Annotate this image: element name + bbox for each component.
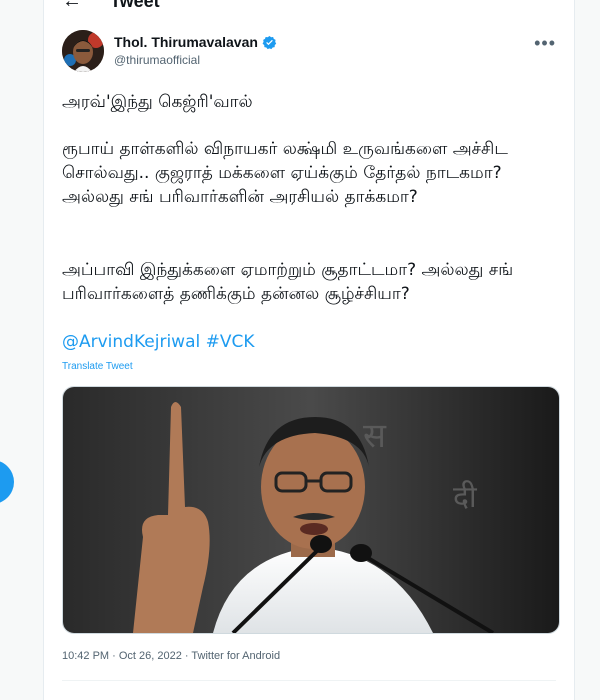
author-handle[interactable]: @thirumaofficial [114, 53, 200, 67]
tweet-paragraph-2: ரூபாய் தாள்களில் விநாயகர் லக்ஷ்மி உருவங்… [62, 139, 508, 207]
translate-tweet-link[interactable]: Translate Tweet [62, 361, 133, 372]
tweet-paragraph-3: அப்பாவி இந்துக்களை ஏமாற்றும் சூதாட்டமா? … [62, 260, 514, 304]
tweet-card: ← Tweet Thol. Thirumavalavan @thirumaoff… [43, 0, 575, 700]
tweet-media-image[interactable]: स दी [62, 386, 560, 634]
side-blue-tab[interactable] [0, 460, 14, 504]
tweet-timestamp-source: 10:42 PM · Oct 26, 2022 · Twitter for An… [62, 650, 281, 662]
avatar-image [62, 30, 104, 72]
back-arrow-icon[interactable]: ← [62, 0, 82, 12]
divider [62, 680, 556, 681]
svg-text:दी: दी [453, 480, 478, 515]
more-options-icon[interactable]: ••• [534, 33, 556, 54]
author-name-row: Thol. Thirumavalavan [114, 34, 277, 50]
tweet-header: ← Tweet [44, 0, 574, 20]
author-name[interactable]: Thol. Thirumavalavan [114, 34, 258, 50]
verified-badge-icon [262, 35, 277, 49]
tweet-line-1: அரவ்'இந்து கெஜ்ரி'வால் [62, 92, 253, 112]
tweet-hashtags-mentions[interactable]: @ArvindKejriwal #VCK [62, 332, 255, 352]
avatar[interactable] [62, 30, 104, 72]
page-title: Tweet [110, 0, 160, 11]
photo-speaker-with-microphone: स दी [63, 387, 559, 633]
svg-text:स: स [363, 416, 387, 456]
